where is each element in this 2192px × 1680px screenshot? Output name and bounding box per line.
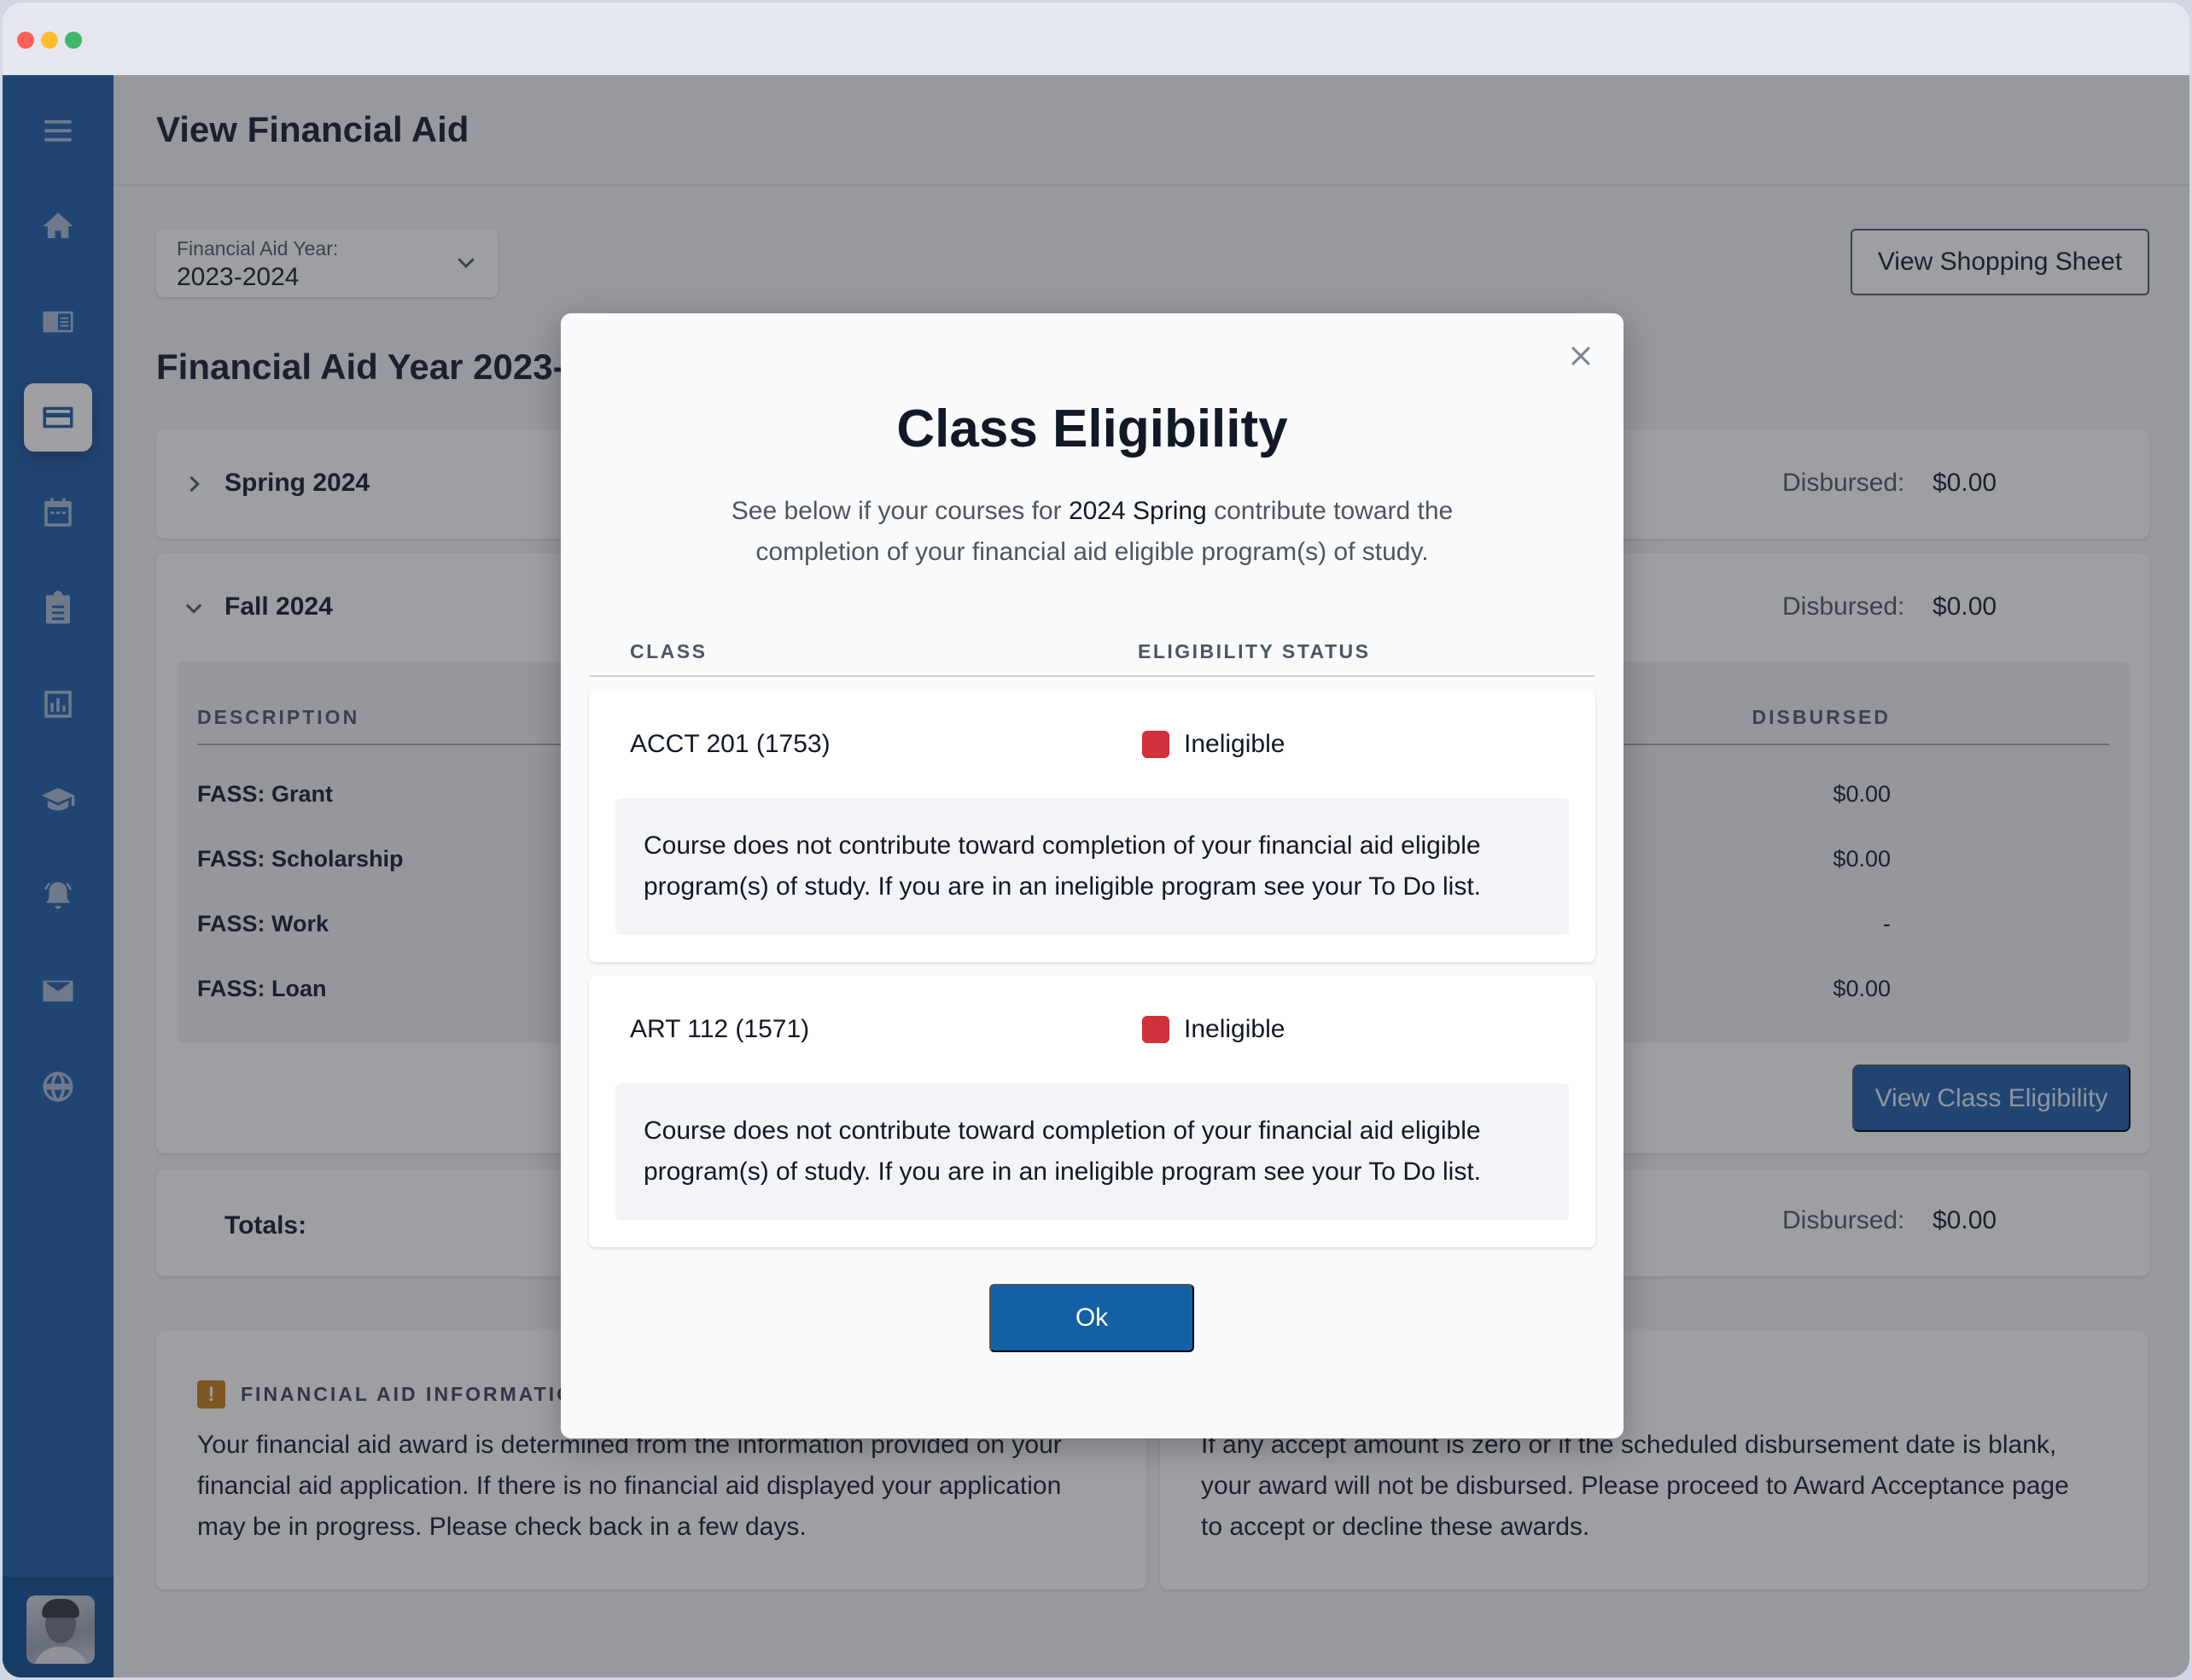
column-header-status: ELIGIBILITY STATUS bbox=[1138, 640, 1371, 662]
class-note: Course does not contribute toward comple… bbox=[615, 798, 1569, 935]
window-minimize-button[interactable] bbox=[41, 32, 58, 49]
class-eligibility-modal: Class Eligibility See below if your cour… bbox=[561, 313, 1624, 1438]
window-maximize-button[interactable] bbox=[65, 32, 82, 49]
status-label: Ineligible bbox=[1184, 1015, 1285, 1043]
modal-title: Class Eligibility bbox=[896, 400, 1288, 458]
class-name: ACCT 201 (1753) bbox=[630, 730, 831, 758]
class-row: ACCT 201 (1753) Ineligible Course does n… bbox=[589, 691, 1595, 962]
modal-subtitle-term: 2024 Spring bbox=[1068, 497, 1207, 525]
status-indicator-icon bbox=[1142, 1016, 1169, 1043]
window-close-button[interactable] bbox=[17, 32, 34, 49]
column-header-class: CLASS bbox=[630, 640, 708, 662]
class-note: Course does not contribute toward comple… bbox=[615, 1083, 1569, 1220]
modal-subtitle-before: See below if your courses for bbox=[731, 497, 1069, 525]
column-header-divider bbox=[589, 675, 1595, 677]
class-row: ART 112 (1571) Ineligible Course does no… bbox=[589, 976, 1595, 1247]
window-titlebar bbox=[3, 3, 2189, 75]
modal-close-button[interactable] bbox=[1564, 339, 1598, 373]
class-name: ART 112 (1571) bbox=[630, 1015, 810, 1043]
modal-subtitle: See below if your courses for 2024 Sprin… bbox=[689, 491, 1495, 573]
close-icon bbox=[1571, 346, 1591, 366]
eligibility-status: Ineligible bbox=[1142, 1015, 1285, 1044]
ok-button[interactable]: Ok bbox=[989, 1284, 1194, 1352]
eligibility-status: Ineligible bbox=[1142, 730, 1285, 759]
status-label: Ineligible bbox=[1184, 730, 1285, 758]
status-indicator-icon bbox=[1142, 731, 1169, 758]
